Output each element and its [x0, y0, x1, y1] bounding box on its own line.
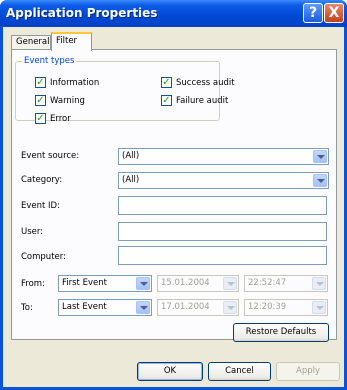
apply-button[interactable]: Apply	[276, 362, 340, 381]
event-source-dropdown[interactable]: (All)	[118, 148, 329, 165]
checkbox-checked-icon[interactable]: ✓	[35, 113, 46, 124]
from-time-value: 22:52:47	[248, 278, 287, 288]
checkbox-success-audit[interactable]: ✓ Success audit	[161, 77, 235, 88]
spinner-icon	[312, 301, 326, 314]
spinner-icon	[312, 277, 326, 290]
to-time-spinner: 12:20:39	[244, 299, 328, 316]
category-dropdown[interactable]: (All)	[118, 172, 329, 189]
chevron-down-icon[interactable]	[136, 277, 150, 290]
cancel-button[interactable]: Cancel	[208, 362, 271, 381]
to-time-value: 12:20:39	[248, 302, 287, 312]
category-label: Category:	[21, 175, 63, 185]
checkbox-information[interactable]: ✓ Information	[35, 77, 99, 88]
checkbox-label: Error	[50, 113, 71, 124]
restore-defaults-button[interactable]: Restore Defaults	[233, 323, 329, 342]
window-title: Application Properties	[6, 6, 158, 20]
help-button[interactable]: ?	[303, 3, 323, 23]
from-time-spinner: 22:52:47	[244, 275, 328, 292]
from-label: From:	[21, 279, 45, 289]
dialog-window: Application Properties ? X General Filte…	[0, 0, 347, 390]
to-mode-dropdown[interactable]: Last Event	[58, 299, 152, 316]
title-bar[interactable]: Application Properties ? X	[0, 0, 347, 27]
event-source-value: (All)	[122, 151, 140, 161]
event-types-label: Event types	[22, 56, 77, 66]
checkbox-failure-audit[interactable]: ✓ Failure audit	[161, 95, 228, 106]
computer-label: Computer:	[21, 252, 66, 262]
event-types-group: Event types	[15, 56, 220, 121]
chevron-down-icon[interactable]	[313, 174, 327, 187]
dialog-client-area: General Filter Event types ✓ Information…	[3, 27, 344, 387]
tab-general[interactable]: General	[11, 35, 51, 50]
user-label: User:	[21, 227, 44, 237]
checkbox-label: Warning	[50, 95, 85, 106]
checkbox-warning[interactable]: ✓ Warning	[35, 95, 85, 106]
checkbox-checked-icon[interactable]: ✓	[35, 77, 46, 88]
ok-button[interactable]: OK	[137, 362, 203, 381]
close-button[interactable]: X	[324, 3, 344, 23]
category-value: (All)	[122, 175, 140, 185]
checkbox-checked-icon[interactable]: ✓	[161, 77, 172, 88]
from-mode-dropdown[interactable]: First Event	[58, 275, 152, 292]
event-id-label: Event ID:	[21, 201, 60, 211]
checkbox-checked-icon[interactable]: ✓	[161, 95, 172, 106]
checkbox-label: Information	[50, 77, 100, 88]
from-mode-value: First Event	[62, 278, 107, 288]
to-label: To:	[21, 303, 33, 313]
tab-filter[interactable]: Filter	[51, 32, 92, 51]
event-id-input[interactable]	[118, 196, 327, 215]
computer-input[interactable]	[118, 246, 327, 265]
to-date-value: 17.01.2004	[161, 302, 210, 312]
user-input[interactable]	[118, 222, 327, 241]
chevron-down-icon[interactable]	[136, 301, 150, 314]
from-date-value: 15.01.2004	[161, 278, 210, 288]
chevron-down-icon	[223, 301, 237, 314]
checkbox-checked-icon[interactable]: ✓	[35, 95, 46, 106]
event-source-label: Event source:	[21, 151, 80, 161]
to-date-picker: 17.01.2004	[157, 299, 239, 316]
checkbox-label: Failure audit	[176, 95, 229, 106]
to-mode-value: Last Event	[62, 302, 107, 312]
chevron-down-icon	[223, 277, 237, 290]
checkbox-error[interactable]: ✓ Error	[35, 113, 71, 124]
chevron-down-icon[interactable]	[313, 150, 327, 163]
from-date-picker: 15.01.2004	[157, 275, 239, 292]
checkbox-label: Success audit	[176, 77, 235, 88]
